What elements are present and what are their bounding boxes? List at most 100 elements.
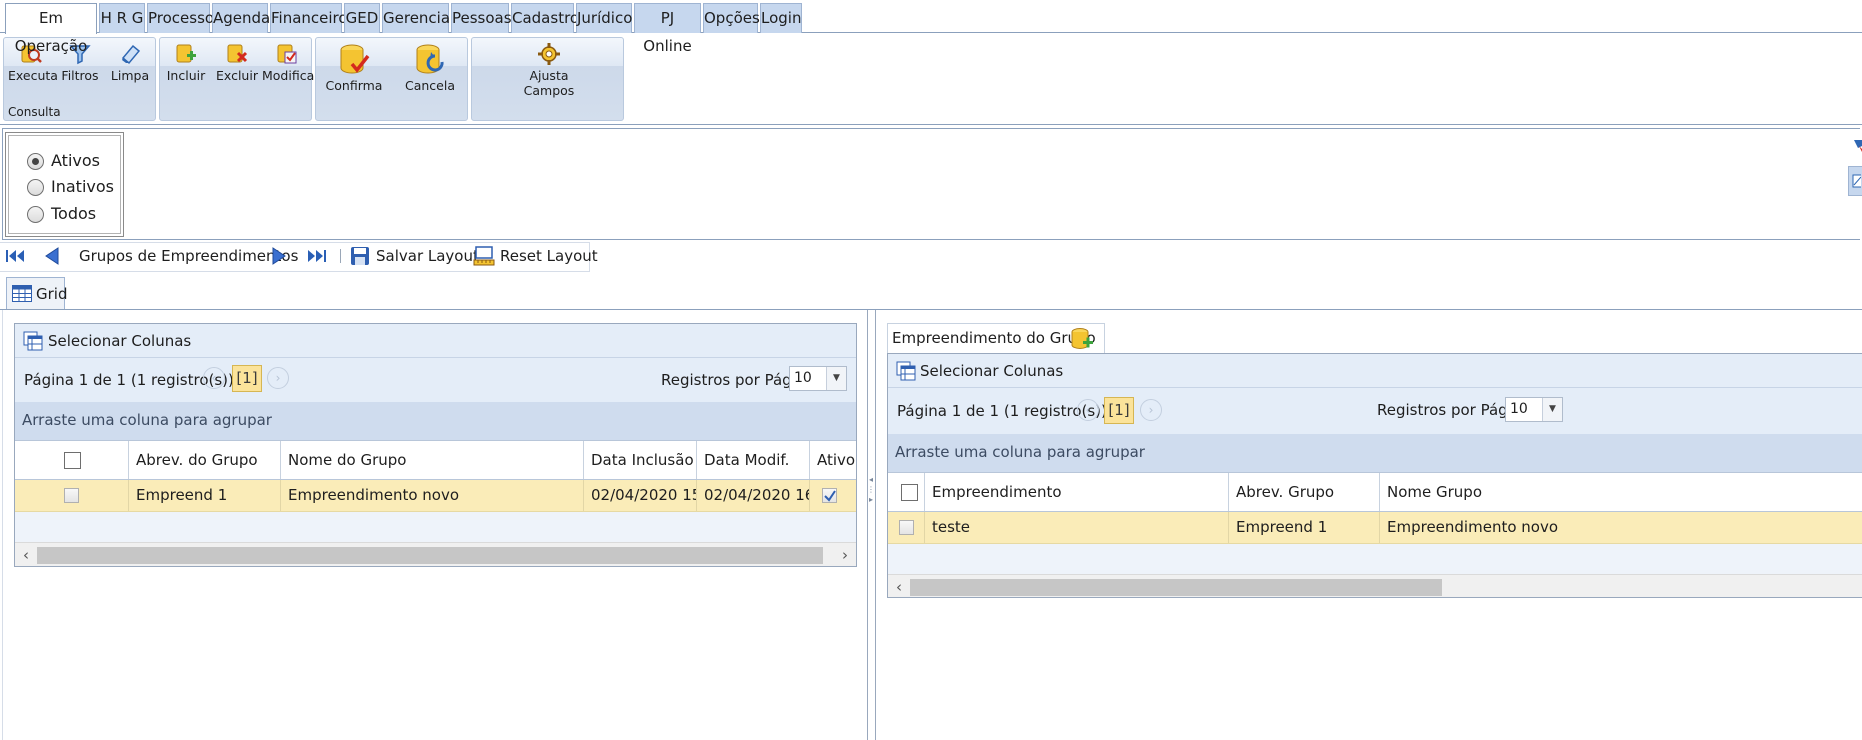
tab-grid[interactable]: Grid	[6, 277, 68, 310]
tab-pessoas[interactable]: Pessoas	[451, 3, 512, 33]
scroll-left-icon[interactable]: ‹	[888, 575, 910, 597]
row-select-checkbox[interactable]	[64, 488, 79, 503]
column-header-ativo[interactable]: Ativo	[810, 441, 856, 479]
select-columns-label[interactable]: Selecionar Colunas	[920, 362, 1063, 380]
pager-bar: Página 1 de 1 (1 registro(s)) ‹ [1] › Re…	[15, 358, 856, 402]
tab-pj-online[interactable]: PJ Online	[634, 3, 701, 55]
cell-abrev: Empreend 1	[129, 480, 281, 511]
add-icon	[176, 44, 196, 63]
incluir-button[interactable]: Incluir	[162, 42, 210, 83]
tab-em-operacao[interactable]: Em Operação	[5, 3, 97, 55]
group-by-panel[interactable]: Arraste uma coluna para agrupar	[888, 434, 1862, 472]
last-record-icon[interactable]	[305, 248, 327, 268]
current-page-button[interactable]: [1]	[232, 365, 262, 392]
filter-panel	[2, 128, 1860, 240]
tab-empreendimento-do-grupo[interactable]: Empreendimento do Grupo	[887, 323, 1105, 353]
tab-agenda[interactable]: Agenda	[212, 3, 270, 33]
tab-opcoes[interactable]: Opções	[703, 3, 760, 33]
next-page-icon[interactable]: ›	[267, 367, 289, 389]
select-columns-label[interactable]: Selecionar Colunas	[48, 332, 191, 350]
splitter-handle[interactable]: ◂ ⋮ ▸	[867, 475, 875, 535]
column-header-abrev-grupo[interactable]: Abrev. Grupo	[1229, 473, 1380, 511]
column-header-nome-grupo[interactable]: Nome Grupo	[1380, 473, 1862, 511]
right-content-border	[875, 310, 876, 740]
reset-layout-button[interactable]	[473, 246, 495, 270]
side-layout-icon[interactable]	[1848, 166, 1862, 196]
scrollbar-thumb[interactable]	[910, 579, 1442, 596]
ribbon-bottom-border	[0, 124, 1862, 125]
column-header-data-inclusao[interactable]: Data Inclusão	[584, 441, 697, 479]
confirma-button[interactable]: Confirma	[324, 42, 384, 93]
horizontal-scrollbar[interactable]: ‹ ›	[15, 542, 856, 566]
groups-grid: Selecionar Colunas Página 1 de 1 (1 regi…	[14, 323, 857, 567]
ribbon-group-campos: Ajusta Campos	[471, 37, 624, 121]
scroll-right-icon[interactable]: ›	[834, 543, 856, 566]
previous-page-icon[interactable]: ‹	[1077, 399, 1099, 421]
database-undo-icon	[416, 44, 444, 74]
save-layout-button[interactable]	[350, 246, 370, 270]
ajusta-campos-button[interactable]: Ajusta Campos	[512, 42, 586, 98]
toolbar-separator	[340, 249, 341, 263]
tab-juridico[interactable]: Jurídico	[576, 3, 632, 33]
checkmark-icon	[824, 490, 836, 502]
ribbon-group-caption: Consulta	[8, 105, 61, 119]
column-header-empreendimento[interactable]: Empreendimento	[925, 473, 1229, 511]
ajusta-label: Ajusta	[529, 68, 569, 83]
database-confirm-icon	[340, 44, 370, 74]
save-layout-label[interactable]: Salvar Layout	[376, 247, 479, 265]
select-all-checkbox[interactable]	[64, 452, 81, 469]
scrollbar-thumb[interactable]	[37, 547, 823, 564]
grid-header: Empreendimento Abrev. Grupo Nome Grupo	[888, 472, 1862, 512]
tab-hrg[interactable]: H R G	[99, 3, 145, 33]
select-columns-icon[interactable]	[896, 361, 916, 381]
side-filter-icon[interactable]	[1853, 137, 1862, 157]
floppy-disk-icon	[351, 247, 369, 265]
column-header-abrev[interactable]: Abrev. do Grupo	[129, 441, 281, 479]
ativo-checkbox[interactable]	[822, 488, 837, 503]
cell-nome-grupo: Empreendimento novo	[1387, 518, 1559, 536]
group-by-panel[interactable]: Arraste uma coluna para agrupar	[15, 402, 856, 440]
campos-label: Campos	[523, 83, 575, 98]
cell-empreendimento: teste	[925, 512, 1229, 543]
tab-gerencial[interactable]: Gerencial	[382, 3, 454, 33]
tab-ged[interactable]: GED	[344, 3, 380, 33]
horizontal-scrollbar[interactable]: ‹	[888, 574, 1862, 597]
modificar-button[interactable]: Modificar	[262, 42, 319, 83]
header-select-all	[888, 473, 925, 511]
table-row[interactable]: teste Empreend 1 Empreendimento novo	[888, 512, 1862, 544]
first-record-icon[interactable]	[5, 248, 27, 268]
next-page-icon[interactable]: ›	[1140, 399, 1162, 421]
per-page-select[interactable]: 10 ▼	[1505, 397, 1563, 422]
pager-summary: Página 1 de 1 (1 registro(s))	[897, 402, 1107, 420]
empty-grid-area	[888, 544, 1862, 574]
select-all-checkbox[interactable]	[901, 484, 918, 501]
grid-tab-label: Grid	[36, 285, 68, 303]
next-record-icon[interactable]	[271, 246, 287, 270]
tab-financeiro[interactable]: Financeiro	[270, 3, 348, 33]
cancela-button[interactable]: Cancela	[400, 42, 460, 93]
column-header-data-modif[interactable]: Data Modif.	[697, 441, 810, 479]
tab-processo[interactable]: Processo	[147, 3, 214, 33]
scroll-left-icon[interactable]: ‹	[15, 543, 37, 566]
eraser-icon	[121, 44, 141, 65]
reset-layout-label[interactable]: Reset Layout	[500, 247, 598, 265]
chevron-down-icon: ▼	[1542, 398, 1562, 421]
column-header-nome[interactable]: Nome do Grupo	[281, 441, 584, 479]
empreendimento-tab-label: Empreendimento do Grupo	[892, 329, 1096, 347]
current-page-button[interactable]: [1]	[1104, 397, 1134, 424]
group-developments-grid: Selecionar Colunas Página 1 de 1 (1 regi…	[887, 353, 1862, 598]
row-select-checkbox[interactable]	[899, 520, 914, 535]
limpa-button[interactable]: Limpa	[108, 42, 152, 83]
previous-record-icon[interactable]	[44, 246, 60, 270]
delete-icon	[227, 44, 248, 63]
add-database-icon[interactable]	[1070, 327, 1094, 351]
cell-nome: Empreendimento novo	[281, 480, 584, 511]
tab-cadastro[interactable]: Cadastro	[511, 3, 579, 33]
tab-login[interactable]: Login	[760, 3, 802, 33]
select-columns-icon[interactable]	[23, 331, 43, 351]
previous-page-icon[interactable]: ‹	[203, 367, 225, 389]
per-page-select[interactable]: 10 ▼	[789, 366, 847, 391]
excluir-button[interactable]: Excluir	[214, 42, 260, 83]
table-row[interactable]: Empreend 1 Empreendimento novo 02/04/202…	[15, 480, 856, 512]
group-by-hint: Arraste uma coluna para agrupar	[22, 411, 272, 429]
